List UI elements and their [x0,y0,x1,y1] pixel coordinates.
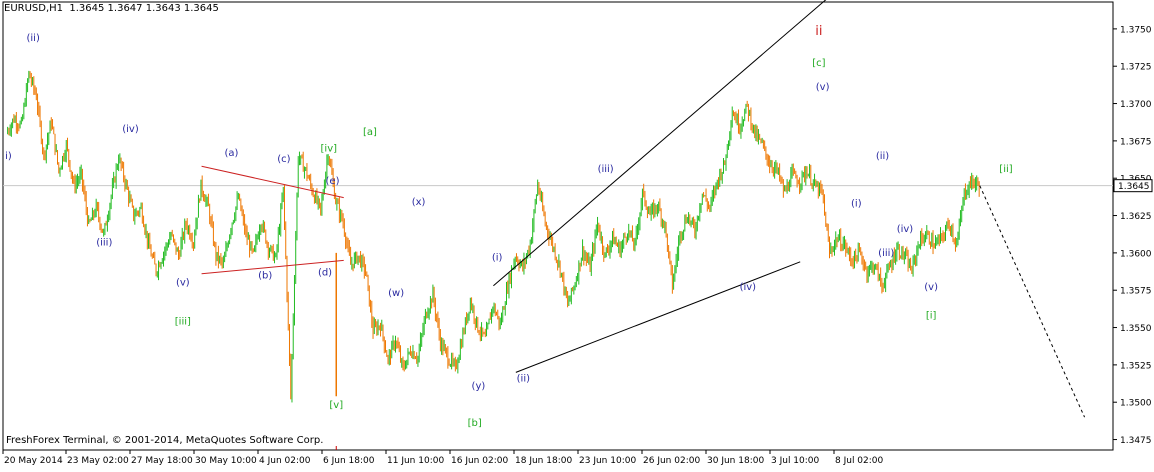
wave-label: (iii) [96,237,112,248]
wave-label: (c) [277,154,290,165]
x-tick-label: 8 Jul 02:00 [835,456,884,466]
wave-label: [a] [363,127,377,138]
wave-label: [iii] [175,317,191,328]
wave-label: [iv] [321,143,338,154]
x-tick-label: 26 Jun 02:00 [643,456,700,466]
x-tick-label: 18 Jun 18:00 [515,456,572,466]
y-tick-label: 1.3625 [1120,212,1152,222]
x-tick-label: 6 Jun 18:00 [323,456,375,466]
wave-label: (iii) [598,164,614,175]
x-tick-label: 4 Jun 02:00 [259,456,311,466]
wave-label: (x) [412,197,426,208]
wave-label: [b] [468,418,482,429]
wave-label: (d) [318,267,332,278]
x-tick-label: 11 Jun 10:00 [387,456,444,466]
wave-label: [i] [926,311,937,322]
wave-label: (iv) [740,282,757,293]
price-chart[interactable]: 1.37501.37251.37001.36751.36501.36251.36… [0,0,1154,468]
ohlc-values: 1.3645 1.3647 1.3643 1.3645 [69,3,219,14]
x-tick-label: 27 May 18:00 [131,456,193,466]
x-tick-label: 23 May 02:00 [67,456,129,466]
wave-label: i) [5,151,12,162]
wave-label: (iii) [878,248,894,259]
wave-label: (i) [851,199,862,210]
wave-label: [v] [329,400,343,411]
candles-group [7,70,980,403]
y-tick-label: 1.3725 [1120,63,1152,73]
wave-label: (v) [176,278,190,289]
y-tick-label: 1.3525 [1120,361,1152,371]
symbol-label: EURUSD,H1 [4,3,64,14]
x-tick-label: 30 May 10:00 [195,456,257,466]
wave-label: (ii) [517,373,530,384]
y-tick-label: 1.3575 [1120,287,1152,297]
wave-label: (v) [924,282,938,293]
x-tick-label: 3 Jul 10:00 [771,456,820,466]
y-tick-label: 1.3475 [1120,436,1152,446]
forecast-line [979,185,1086,418]
x-tick-label: 16 Jun 02:00 [451,456,508,466]
wave-label: (ii) [876,151,889,162]
wave-label: (w) [388,288,404,299]
x-tick-label: 30 Jun 18:00 [707,456,764,466]
y-tick-label: 1.3600 [1120,249,1152,259]
wave-label: (i) [492,252,503,263]
copyright-text: FreshForex Terminal, © 2001-2014, MetaQu… [6,435,324,446]
channel-line [515,261,801,373]
current-price-label: 1.3645 [1118,182,1150,192]
wave-label: (iv) [122,124,139,135]
channel-line [493,0,827,287]
y-tick-label: 1.3700 [1120,100,1152,110]
triangle-line [201,165,344,199]
y-tick-label: 1.3500 [1120,399,1152,409]
wave-label: [c] [812,58,825,69]
wave-label: (y) [472,381,486,392]
wave-label: (ii) [27,33,40,44]
chart-root: EURUSD,H1 1.3645 1.3647 1.3643 1.3645 1.… [0,0,1154,468]
wave-label: (b) [258,270,272,281]
x-tick-label: 20 May 2014 [4,456,63,466]
wave-label: (iv) [897,224,914,235]
wave-label: [ii] [999,164,1012,175]
x-tick-label: 23 Jun 10:00 [579,456,636,466]
chart-header: EURUSD,H1 1.3645 1.3647 1.3643 1.3645 [4,3,219,14]
wave-label: (e) [326,176,340,187]
y-tick-label: 1.3750 [1120,25,1152,35]
y-tick-label: 1.3675 [1120,137,1152,147]
wave-label: (v) [816,82,830,93]
wave-label: ii [815,24,822,39]
wave-label: (a) [225,148,239,159]
y-tick-label: 1.3550 [1120,324,1152,334]
